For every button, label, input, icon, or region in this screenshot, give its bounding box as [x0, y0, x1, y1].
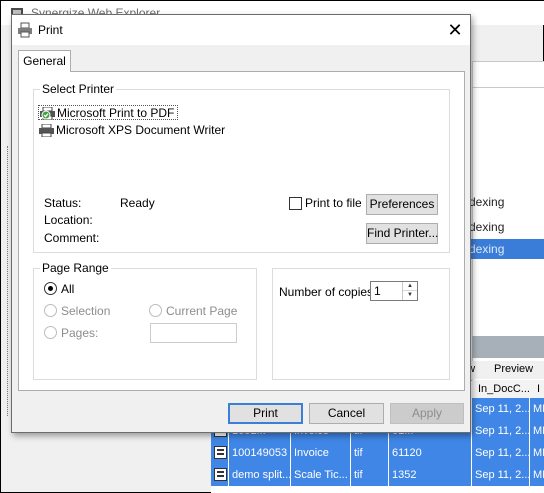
document-icon: [214, 468, 227, 481]
table-cell: MN: [530, 464, 544, 486]
printer-item-microsoft-xps-document-writer[interactable]: Microsoft XPS Document Writer: [38, 123, 228, 138]
stepper-buttons: ▲ ▼: [402, 282, 417, 300]
print-to-file-label[interactable]: Print to file: [305, 196, 362, 210]
location-label: Location:: [44, 213, 93, 227]
decrement-button[interactable]: ▼: [403, 291, 417, 300]
preferences-button[interactable]: Preferences: [366, 194, 438, 215]
background-list-item[interactable]: dexing: [467, 192, 544, 212]
select-printer-group: Select Printer Microsoft Print to PDF Mi…: [33, 82, 450, 253]
apply-button[interactable]: Apply: [390, 403, 464, 424]
background-list-item-selected[interactable]: dexing: [467, 239, 544, 259]
table-cell: Sep 11, 2...: [472, 398, 530, 420]
table-row[interactable]: 100149053 Invoice tif 61120 Sep 11, 2...…: [211, 442, 544, 464]
pages-label[interactable]: Pages:: [61, 326, 98, 340]
comment-label: Comment:: [44, 231, 100, 245]
printer-name: Microsoft Print to PDF: [57, 106, 175, 120]
tab-general[interactable]: General: [18, 50, 71, 72]
status-label: Status:: [44, 196, 82, 210]
table-cell: Sep 11, 2...: [472, 420, 530, 442]
table-cell: demo split...: [229, 464, 291, 486]
find-printer-button[interactable]: Find Printer...: [366, 223, 438, 244]
pdf-printer-icon: [40, 107, 55, 120]
table-row[interactable]: demo split... Scale Tic... tif 1352 Sep …: [211, 464, 544, 486]
printer-icon: [18, 22, 32, 38]
grid-column-header[interactable]: I: [537, 383, 540, 395]
all-radio[interactable]: [44, 282, 57, 295]
table-cell: Scale Tic...: [291, 464, 351, 486]
background-grid-header: In_DocC... I: [472, 380, 544, 400]
cancel-button[interactable]: Cancel: [309, 403, 384, 424]
close-button[interactable]: ✕: [442, 18, 468, 42]
table-cell: 100149053: [229, 442, 291, 464]
pages-input[interactable]: [150, 323, 237, 343]
pages-radio[interactable]: [44, 326, 57, 339]
dialog-title-bar[interactable]: Print ✕: [12, 15, 470, 45]
table-cell: tif: [351, 464, 389, 486]
status-value: Ready: [120, 196, 155, 210]
current-page-radio[interactable]: [149, 304, 162, 317]
table-cell: Sep 11, 2...: [472, 464, 530, 486]
background-list-item[interactable]: dexing: [467, 217, 544, 237]
select-printer-legend: Select Printer: [40, 82, 117, 96]
selection-radio[interactable]: [44, 304, 57, 317]
close-icon: ✕: [447, 20, 463, 40]
row-icon-cell: [211, 442, 229, 464]
copies-value[interactable]: 1: [374, 284, 381, 298]
printer-name: Microsoft XPS Document Writer: [56, 123, 226, 137]
number-of-copies-label: Number of copies:: [279, 285, 377, 299]
row-icon-cell: [211, 464, 229, 486]
table-cell: 1352: [389, 464, 472, 486]
table-cell: MN: [530, 442, 544, 464]
page-range-group: Page Range All Selection Current Page Pa…: [33, 261, 257, 380]
page-range-legend: Page Range: [40, 261, 111, 275]
table-cell: Invoice: [291, 442, 351, 464]
general-tab-panel: Select Printer Microsoft Print to PDF Mi…: [18, 71, 465, 391]
copies-group: Number of copies: 1 ▲ ▼: [272, 268, 450, 380]
table-cell: 61120: [389, 442, 472, 464]
print-button[interactable]: Print: [228, 403, 303, 424]
printer-item-microsoft-print-to-pdf[interactable]: Microsoft Print to PDF: [38, 105, 179, 120]
increment-button[interactable]: ▲: [403, 282, 417, 291]
document-icon: [214, 446, 227, 459]
print-to-file-checkbox[interactable]: [289, 197, 302, 210]
dialog-title: Print: [38, 23, 63, 37]
printer-icon: [39, 124, 54, 137]
table-cell: Sep 11, 2...: [472, 442, 530, 464]
all-label[interactable]: All: [61, 282, 74, 296]
copies-stepper[interactable]: 1 ▲ ▼: [370, 281, 418, 301]
current-page-label[interactable]: Current Page: [166, 304, 237, 318]
background-divider: [472, 87, 544, 88]
background-tab-preview[interactable]: Preview: [494, 363, 533, 375]
table-cell: MN: [530, 398, 544, 420]
selection-label[interactable]: Selection: [61, 304, 110, 318]
table-cell: MN: [530, 420, 544, 442]
background-splitter[interactable]: [472, 336, 544, 358]
table-cell: tif: [351, 442, 389, 464]
background-divider: [472, 61, 544, 62]
grid-column-header[interactable]: In_DocC...: [478, 383, 530, 395]
background-tab-strip: ow Preview: [461, 361, 544, 379]
print-dialog: Print ✕ General Select Printer Microsoft…: [11, 14, 471, 433]
